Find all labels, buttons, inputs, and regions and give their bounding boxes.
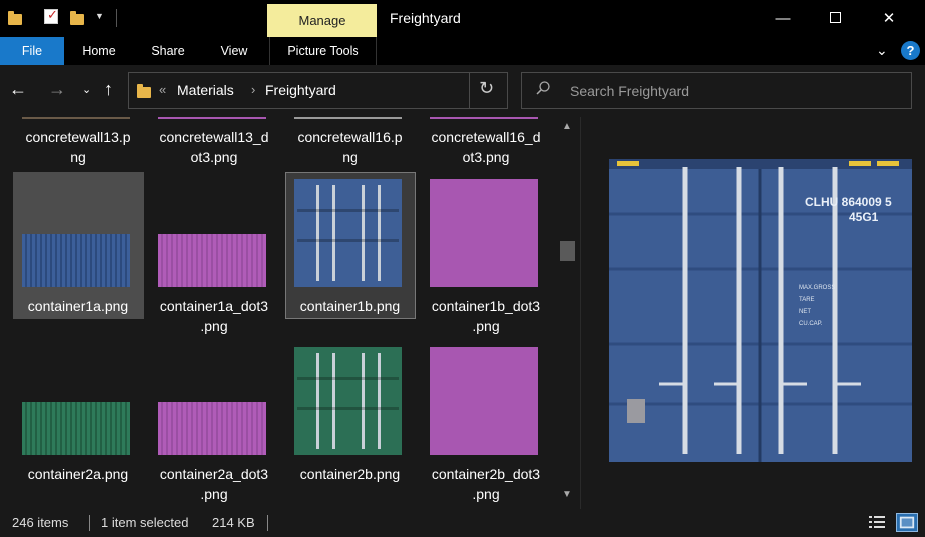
thumbnail-container2b-dot3[interactable] — [430, 347, 538, 455]
help-icon[interactable]: ? — [901, 41, 920, 60]
status-bar: 246 items 1 item selected 214 KB — [0, 509, 925, 537]
selected-count: 1 item selected — [101, 515, 189, 530]
tab-picture-tools[interactable]: Picture Tools — [269, 37, 377, 65]
thumbnail-concretewall16-dot3 — [430, 117, 538, 119]
status-separator — [267, 515, 268, 531]
recent-locations-button[interactable]: ⌄ — [82, 83, 91, 96]
scroll-thumb[interactable] — [560, 241, 575, 261]
tab-manage[interactable]: Manage — [267, 4, 377, 37]
door-stripe — [297, 239, 399, 242]
back-button[interactable]: ← — [9, 79, 27, 100]
search-box[interactable] — [521, 72, 912, 109]
maximize-button[interactable] — [812, 0, 858, 37]
breadcrumb-materials[interactable]: Materials — [177, 82, 234, 98]
folder-icon — [137, 84, 151, 98]
hidden-path-chevron[interactable]: « — [159, 82, 166, 97]
tab-view[interactable]: View — [209, 37, 259, 65]
door-bar — [378, 185, 381, 281]
file-list: concretewall13.p ng concretewall13_d ot3… — [0, 117, 580, 509]
thumbnail-concretewall13 — [22, 117, 130, 119]
search-icon — [536, 81, 550, 95]
thumbnail-container1b-dot3[interactable] — [430, 179, 538, 287]
container-type: 45G1 — [849, 210, 879, 224]
breadcrumb-freightyard[interactable]: Freightyard — [265, 82, 336, 98]
file-label[interactable]: concretewall13_d ot3.png — [149, 127, 279, 167]
ribbon-tabs: File Home Share View Picture Tools ⌄ ? — [0, 37, 925, 65]
door-stripe — [297, 209, 399, 212]
address-divider — [469, 73, 470, 108]
door-bar — [362, 185, 365, 281]
title-bar: ▼ Manage Freightyard — ✕ — [0, 0, 925, 37]
file-label[interactable]: container2a.png — [13, 464, 143, 484]
breadcrumb-chevron-icon[interactable]: › — [251, 82, 255, 97]
close-button[interactable]: ✕ — [866, 0, 912, 37]
door-bar — [362, 353, 365, 449]
up-button[interactable]: ↑ — [104, 79, 113, 100]
container-code: CLHU 864009 5 — [805, 195, 892, 209]
thumbnail-container2a-dot3[interactable] — [158, 402, 266, 455]
new-folder-icon[interactable] — [70, 11, 84, 25]
file-label[interactable]: container2b_dot3 .png — [421, 464, 551, 504]
scroll-down-icon[interactable]: ▼ — [562, 489, 572, 500]
thumbnail-container2b[interactable] — [294, 347, 402, 455]
large-icons-view-icon[interactable] — [896, 513, 918, 532]
weight-label: NET — [799, 309, 811, 315]
thumbnail-container2a[interactable] — [22, 402, 130, 455]
thumbnail-container1a-dot3[interactable] — [158, 234, 266, 287]
thumbnail-container1b[interactable] — [294, 179, 402, 287]
door-bar — [332, 185, 335, 281]
forward-button[interactable]: → — [48, 79, 66, 100]
weight-label: MAX.GROSS — [799, 285, 835, 291]
preview-pane: CLHU 864009 5 45G1 MAX.GROSS TARE NET CU… — [581, 117, 925, 509]
status-separator — [89, 515, 90, 531]
maximize-icon — [829, 12, 841, 23]
door-bar — [316, 185, 319, 281]
file-label[interactable]: container1a.png — [13, 296, 143, 316]
file-label[interactable]: container2a_dot3 .png — [149, 464, 279, 504]
file-label[interactable]: container2b.png — [285, 464, 415, 484]
tab-file[interactable]: File — [0, 37, 64, 65]
item-count: 246 items — [12, 515, 69, 530]
vertical-scrollbar[interactable]: ▲ ▼ — [557, 117, 579, 509]
address-bar[interactable]: « Materials › Freightyard ↻ — [128, 72, 508, 109]
weight-label: CU.CAP. — [799, 321, 823, 327]
door-bar — [332, 353, 335, 449]
thumbnail-container1a[interactable] — [22, 234, 130, 287]
refresh-icon[interactable]: ↻ — [479, 78, 494, 99]
door-stripe — [297, 377, 399, 380]
file-label[interactable]: concretewall16_d ot3.png — [421, 127, 551, 167]
tab-home[interactable]: Home — [70, 37, 128, 65]
file-label[interactable]: container1a_dot3 .png — [149, 296, 279, 336]
file-label[interactable]: container1b_dot3 .png — [421, 296, 551, 336]
preview-image: CLHU 864009 5 45G1 MAX.GROSS TARE NET CU… — [609, 159, 912, 462]
navigation-bar: ← → ⌄ ↑ « Materials › Freightyard ↻ — [0, 65, 925, 117]
door-bar — [316, 353, 319, 449]
title-separator — [116, 9, 117, 27]
search-input[interactable] — [570, 81, 900, 101]
details-view-icon[interactable] — [867, 514, 887, 531]
file-label[interactable]: concretewall13.p ng — [13, 127, 143, 167]
file-label[interactable]: concretewall16.p ng — [285, 127, 415, 167]
thumbnail-concretewall16 — [294, 117, 402, 119]
door-stripe — [297, 407, 399, 410]
door-bar — [378, 353, 381, 449]
window-title: Freightyard — [390, 10, 461, 26]
weight-label: TARE — [799, 297, 815, 303]
customize-quick-access-icon[interactable]: ▼ — [95, 11, 104, 21]
properties-check-icon[interactable] — [44, 7, 58, 24]
tab-share[interactable]: Share — [140, 37, 196, 65]
scroll-up-icon[interactable]: ▲ — [562, 121, 572, 132]
quick-access-folder-icon[interactable] — [8, 11, 22, 25]
file-label[interactable]: container1b.png — [285, 296, 415, 316]
thumbnail-concretewall13-dot3 — [158, 117, 266, 119]
minimize-button[interactable]: — — [760, 0, 806, 37]
expand-ribbon-icon[interactable]: ⌄ — [876, 42, 888, 59]
selected-size: 214 KB — [212, 515, 255, 530]
